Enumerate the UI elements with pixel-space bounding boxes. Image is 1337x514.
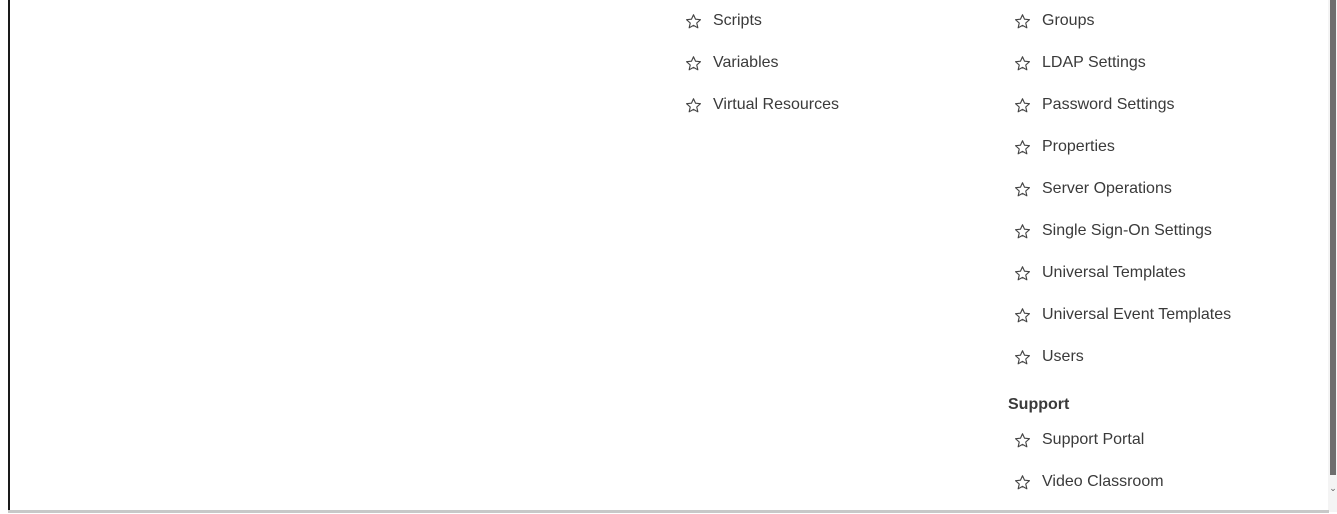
menu-item-label: Universal Templates <box>1042 264 1186 281</box>
menu-item-label: Virtual Resources <box>713 96 839 113</box>
star-outline-icon[interactable] <box>685 55 702 72</box>
star-outline-icon[interactable] <box>685 97 702 114</box>
star-outline-icon[interactable] <box>685 13 702 30</box>
menu-item-label: Properties <box>1042 138 1115 155</box>
menu-item-label: Video Classroom <box>1042 473 1164 490</box>
menu-item-users[interactable]: Users <box>1014 336 1231 378</box>
menu-item-label: Single Sign-On Settings <box>1042 222 1212 239</box>
menu-item-groups[interactable]: Groups <box>1014 0 1231 42</box>
star-outline-icon[interactable] <box>1014 181 1031 198</box>
star-outline-icon[interactable] <box>1014 55 1031 72</box>
menu-item-variables[interactable]: Variables <box>685 42 839 84</box>
menu-item-label: Universal Event Templates <box>1042 306 1232 323</box>
star-outline-icon[interactable] <box>1014 307 1031 324</box>
star-outline-icon[interactable] <box>1014 474 1031 491</box>
menu-item-label: Scripts <box>713 12 762 29</box>
star-outline-icon[interactable] <box>1014 349 1031 366</box>
menu-item-password-settings[interactable]: Password Settings <box>1014 84 1231 126</box>
menu-item-label: LDAP Settings <box>1042 54 1146 71</box>
menu-item-video-classroom[interactable]: Video Classroom <box>1014 461 1164 503</box>
support-list: Support Portal Video Classroom <box>1014 419 1164 503</box>
star-outline-icon[interactable] <box>1014 13 1031 30</box>
menu-column-right: Groups LDAP Settings Password Settings P… <box>1014 0 1231 378</box>
star-outline-icon[interactable] <box>1014 223 1031 240</box>
scroll-down-arrow-icon[interactable]: ⌄ <box>1329 484 1337 494</box>
menu-item-support-portal[interactable]: Support Portal <box>1014 419 1164 461</box>
menu-item-label: Server Operations <box>1042 180 1172 197</box>
scrollbar-thumb[interactable] <box>1330 0 1336 475</box>
menu-item-virtual-resources[interactable]: Virtual Resources <box>685 84 839 126</box>
star-outline-icon[interactable] <box>1014 432 1031 449</box>
star-outline-icon[interactable] <box>1014 97 1031 114</box>
menu-item-universal-event-templates[interactable]: Universal Event Templates <box>1014 294 1231 336</box>
menu-item-universal-templates[interactable]: Universal Templates <box>1014 252 1231 294</box>
support-section-heading: Support <box>1008 396 1070 413</box>
menu-item-label: Groups <box>1042 12 1095 29</box>
menu-item-single-sign-on-settings[interactable]: Single Sign-On Settings <box>1014 210 1231 252</box>
panel-left-border <box>8 0 10 512</box>
star-outline-icon[interactable] <box>1014 139 1031 156</box>
menu-item-properties[interactable]: Properties <box>1014 126 1231 168</box>
menu-item-label: Variables <box>713 54 779 71</box>
star-outline-icon[interactable] <box>1014 265 1031 282</box>
menu-item-label: Password Settings <box>1042 96 1175 113</box>
menu-item-server-operations[interactable]: Server Operations <box>1014 168 1231 210</box>
menu-item-scripts[interactable]: Scripts <box>685 0 839 42</box>
menu-item-label: Support Portal <box>1042 431 1145 448</box>
menu-column-left: Scripts Variables Virtual Resources <box>685 0 839 126</box>
menu-item-label: Users <box>1042 348 1084 365</box>
panel-bottom-border <box>8 510 1329 513</box>
menu-item-ldap-settings[interactable]: LDAP Settings <box>1014 42 1231 84</box>
